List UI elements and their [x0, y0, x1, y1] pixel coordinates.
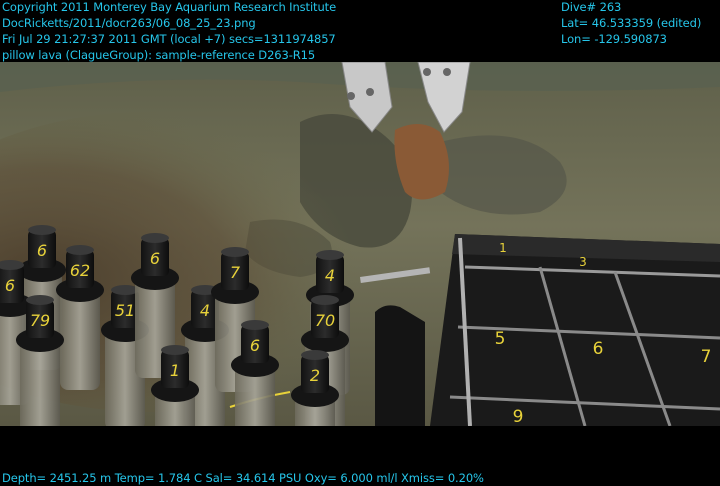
tube-label: 70: [315, 311, 335, 330]
header-info-right: Dive# 263 Lat= 46.533359 (edited) Lon= -…: [561, 0, 701, 48]
tube-label: 6: [150, 249, 160, 268]
tube-label: 4: [200, 301, 210, 320]
tube-label: 6: [250, 336, 260, 355]
tube-label: 6: [5, 276, 15, 295]
video-frame: Copyright 2011 Monterey Bay Aquarium Res…: [0, 0, 720, 486]
longitude: Lon= -129.590873: [561, 32, 667, 46]
tube-label: 2: [310, 366, 320, 385]
tube-label: 1: [170, 361, 180, 380]
tray-number-label: 3: [579, 255, 587, 269]
header-info-left: Copyright 2011 Monterey Bay Aquarium Res…: [2, 0, 336, 64]
tray-number-label: 5: [495, 329, 506, 349]
seafloor-photo: 66627951647 416702 135 6 79: [0, 62, 720, 426]
dive-number: Dive# 263: [561, 0, 622, 14]
sample-tray: [430, 234, 720, 426]
copyright-line: Copyright 2011 Monterey Bay Aquarium Res…: [2, 0, 337, 14]
tray-number-label: 6: [593, 339, 604, 359]
tube-label: 79: [30, 311, 50, 330]
tray-number-label: 7: [701, 347, 712, 367]
telemetry-bar: Depth= 2451.25 m Temp= 1.784 C Sal= 34.6…: [2, 471, 484, 485]
file-path-line: DocRicketts/2011/docr263/06_08_25_23.png: [2, 16, 256, 30]
tube-label: 7: [230, 263, 241, 282]
seafloor-scene: 6 6 62 79 51 6 4 7 4 1 6 70 2 135679: [0, 62, 720, 426]
tube-label: 62: [70, 261, 90, 280]
tray-number-label: 9: [513, 407, 524, 426]
tube-label: 4: [325, 266, 335, 285]
timestamp-line: Fri Jul 29 21:27:37 2011 GMT (local +7) …: [2, 32, 336, 46]
latitude: Lat= 46.533359 (edited): [561, 16, 702, 30]
tube-label: 51: [115, 301, 135, 320]
tray-number-label: 1: [499, 241, 507, 255]
tube-label: 6: [37, 241, 47, 260]
